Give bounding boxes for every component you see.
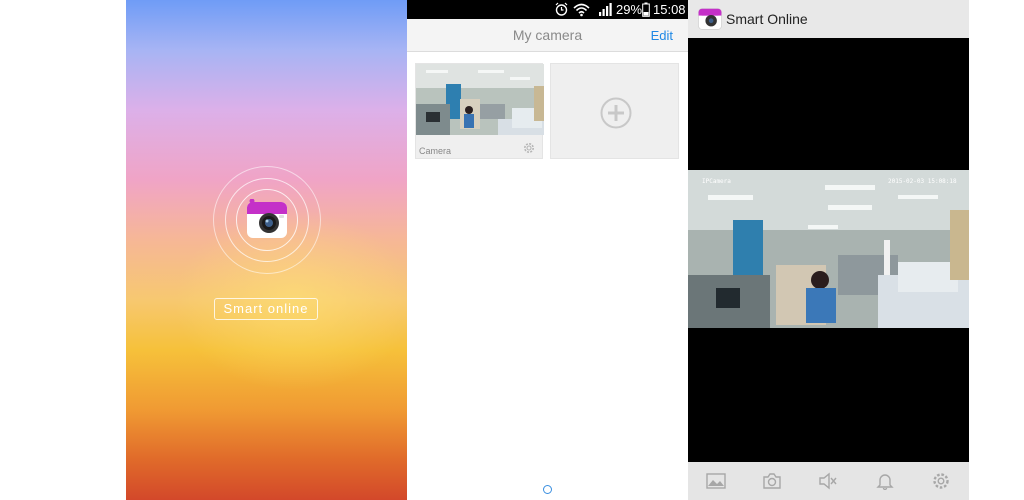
live-toolbar	[688, 462, 969, 500]
signal-icon	[599, 3, 612, 16]
camera-icon	[763, 473, 781, 489]
add-camera-button[interactable]	[550, 63, 679, 159]
bell-icon	[875, 474, 894, 490]
camera-thumbnail	[416, 64, 544, 135]
camera-card[interactable]: Camera	[415, 63, 544, 159]
battery-percent: 29%	[616, 2, 643, 17]
settings-button[interactable]	[928, 468, 954, 494]
live-header: Smart Online	[688, 0, 969, 38]
camera-name-label: Camera	[419, 146, 452, 156]
video-timestamp-overlay: 2015-02-03 15:08:18	[888, 178, 957, 185]
mute-button[interactable]	[815, 468, 841, 494]
camera-list-screen: 29% 15:08 My camera Edit Camera	[407, 0, 688, 500]
plus-circle-icon	[600, 97, 632, 129]
alarm-icon	[555, 2, 568, 16]
app-logo-icon	[247, 199, 287, 238]
alarm-button[interactable]	[872, 468, 898, 494]
splash-app-label: Smart online	[214, 298, 318, 320]
mute-icon	[819, 472, 838, 490]
video-feed[interactable]	[688, 170, 969, 328]
gear-icon	[933, 473, 949, 489]
live-view-screen: Smart Online IPCamera 2015-02-03 15:08:1…	[688, 0, 969, 500]
wifi-icon	[573, 3, 590, 17]
battery-icon	[642, 2, 650, 17]
video-camera-name-overlay: IPCamera	[702, 178, 731, 185]
camera-settings-gear-icon[interactable]	[522, 141, 536, 155]
screenshot-composite: Smart online 29% 15:08 My camera Edit Ca…	[0, 0, 1024, 500]
app-logo-icon	[698, 8, 722, 30]
status-bar: 29% 15:08	[407, 0, 688, 19]
splash-screen: Smart online	[126, 0, 407, 500]
list-header: My camera Edit	[407, 19, 688, 52]
snapshot-button[interactable]	[759, 468, 785, 494]
gallery-icon	[706, 473, 726, 489]
live-app-title: Smart Online	[726, 11, 808, 27]
page-title: My camera	[512, 27, 583, 43]
edit-button[interactable]: Edit	[651, 19, 673, 52]
gallery-button[interactable]	[703, 468, 729, 494]
clock-time: 15:08	[653, 2, 686, 17]
page-indicator-dot	[543, 485, 552, 494]
